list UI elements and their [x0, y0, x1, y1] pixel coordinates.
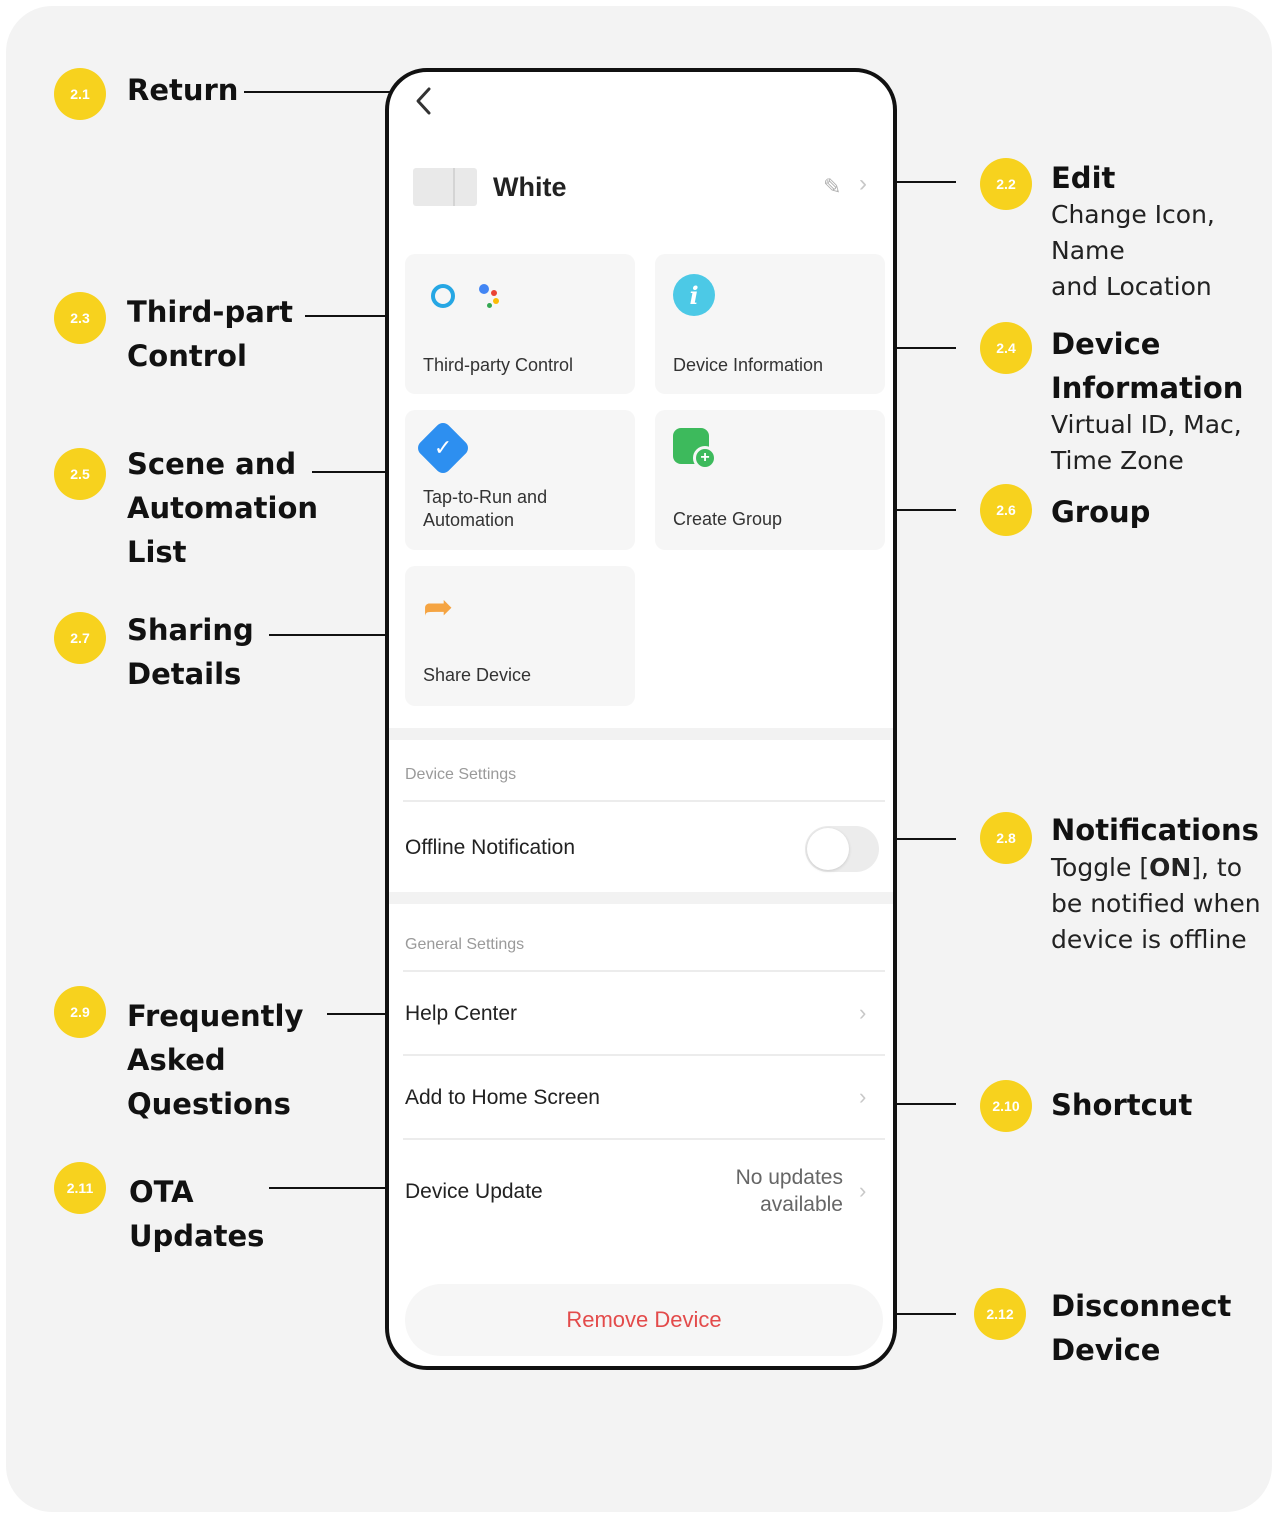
device-name: White [493, 172, 567, 202]
offline-notification-label: Offline Notification [405, 836, 576, 859]
google-dot-yellow [493, 298, 499, 304]
offline-notification-toggle[interactable] [805, 826, 879, 872]
callout-badge-2-8: 2.8 [980, 812, 1032, 864]
phone-screen: White ✎ › Third-party Control i Device I… [385, 68, 897, 1370]
tile-label: Create Group [673, 509, 783, 529]
tile-share-device[interactable]: ➦ Share Device [405, 566, 635, 706]
callout-badge-2-12: 2.12 [974, 1288, 1026, 1340]
callout-desc-device-info: Virtual ID, Mac, Time Zone [1051, 410, 1242, 475]
device-update-status: No updates available [735, 1166, 843, 1216]
callout-title-notifications: Notifications [1051, 813, 1259, 847]
callout-badge-2-7: 2.7 [54, 612, 106, 664]
section-divider [389, 892, 893, 904]
tile-label: Share Device [423, 665, 532, 685]
edit-chevron-icon[interactable]: › [859, 170, 867, 198]
divider [403, 800, 885, 802]
chevron-right-icon: › [859, 1084, 867, 1109]
callout-title-faq: Frequently Asked Questions [127, 999, 304, 1121]
callout-desc-notifications: Toggle [ON], to be notified when device … [1051, 850, 1261, 958]
remove-device-button[interactable]: Remove Device [405, 1284, 883, 1356]
callout-badge-2-10: 2.10 [980, 1080, 1032, 1132]
callout-badge-2-4: 2.4 [980, 322, 1032, 374]
plus-icon: + [693, 446, 717, 470]
tile-third-party-control[interactable]: Third-party Control [405, 254, 635, 394]
desc-text-on: ON [1149, 853, 1192, 882]
tile-label: Third-party Control [423, 355, 574, 375]
desc-text-before: Toggle [ [1051, 853, 1150, 882]
callout-badge-2-2: 2.2 [980, 158, 1032, 210]
google-dot-green [487, 303, 492, 308]
callout-desc-edit: Change Icon, Name and Location [1051, 200, 1215, 301]
callout-badge-2-1: 2.1 [54, 68, 106, 120]
callout-title-third-party: Third-part Control [127, 295, 293, 373]
callout-title-return: Return [127, 73, 239, 107]
callout-title-ota: OTA Updates [129, 1175, 265, 1253]
automation-check-icon: ✓ [414, 419, 472, 477]
callout-badge-2-11: 2.11 [54, 1162, 106, 1214]
device-settings-heading: Device Settings [405, 766, 517, 783]
callout-title-disconnect: Disconnect Device [1051, 1289, 1232, 1367]
callout-title-group: Group [1051, 495, 1151, 529]
callout-title-scene: Scene and Automation List [127, 447, 319, 569]
alexa-icon [431, 284, 455, 308]
callout-title-shortcut: Shortcut [1051, 1088, 1193, 1122]
device-thumbnail [413, 168, 477, 206]
tile-tap-to-run[interactable]: ✓ Tap-to-Run and Automation [405, 410, 635, 550]
divider [403, 1054, 885, 1056]
share-arrow-icon: ➦ [423, 586, 454, 627]
chevron-left-icon [416, 87, 431, 115]
toggle-knob [807, 828, 849, 870]
callout-title-sharing: Sharing Details [127, 613, 254, 691]
help-center-row[interactable]: Help Center [405, 1002, 517, 1026]
callout-title-device-info: Device Information [1051, 327, 1244, 405]
section-divider [389, 728, 893, 740]
general-settings-heading: General Settings [405, 936, 525, 953]
chevron-right-icon: › [859, 1178, 867, 1203]
callout-badge-2-9: 2.9 [54, 986, 106, 1038]
callout-badge-2-3: 2.3 [54, 292, 106, 344]
tile-label: Tap-to-Run and Automation [423, 487, 548, 530]
callout-badge-2-5: 2.5 [54, 448, 106, 500]
google-assistant-icon [479, 284, 489, 294]
tile-create-group[interactable]: + Create Group [655, 410, 885, 550]
back-button[interactable] [409, 84, 439, 118]
tile-device-information[interactable]: i Device Information [655, 254, 885, 394]
edit-pencil-icon[interactable]: ✎ [823, 174, 841, 200]
chevron-right-icon: › [859, 1000, 867, 1025]
callout-badge-2-6: 2.6 [980, 484, 1032, 536]
tile-label: Device Information [673, 355, 824, 375]
divider [403, 970, 885, 972]
callout-title-edit: Edit [1051, 161, 1116, 195]
google-dot-red [491, 290, 497, 296]
divider [403, 1138, 885, 1140]
add-to-home-screen-row[interactable]: Add to Home Screen [405, 1086, 600, 1110]
info-icon: i [673, 274, 715, 316]
device-update-row[interactable]: Device Update [405, 1180, 543, 1204]
